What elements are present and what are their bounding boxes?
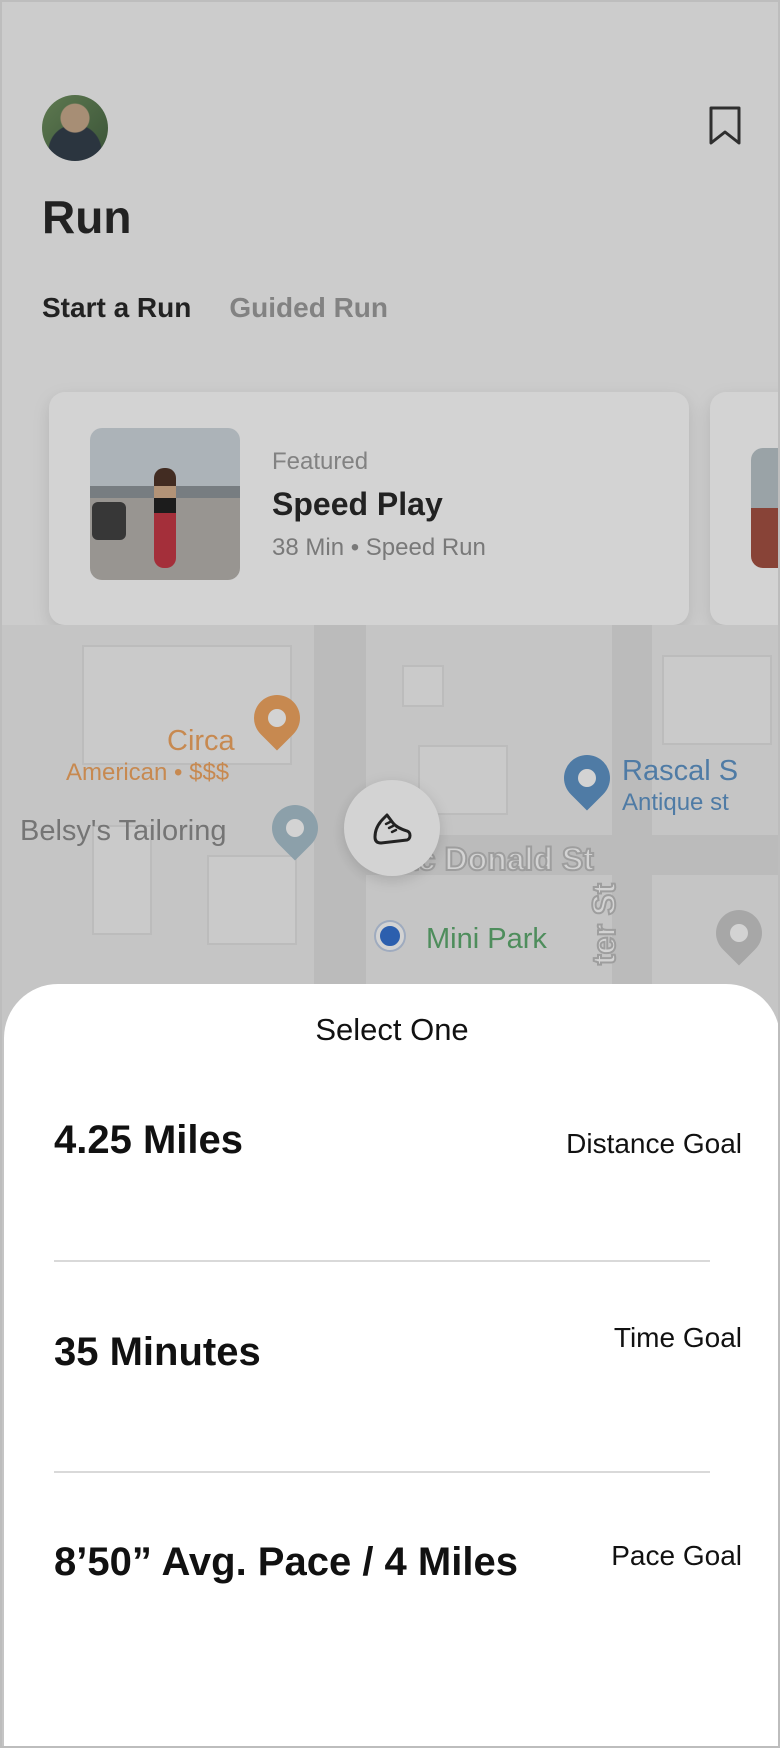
divider [54,1260,710,1262]
goal-value: 4.25 Miles [54,1118,244,1162]
goal-option-time[interactable]: 35 Minutes Time Goal [4,1304,778,1450]
goal-bottom-sheet: Select One 4.25 Miles Distance Goal 35 M… [4,984,778,1746]
goal-option-pace[interactable]: 8’50” Avg. Pace / 4 Miles Pace Goal [4,1514,778,1660]
goal-value: 35 Minutes [54,1330,261,1374]
goal-type: Pace Goal [611,1540,742,1571]
goal-value: 8’50” Avg. Pace / 4 Miles [54,1540,518,1584]
run-screen: Run Start a Run Guided Run Featured Spee… [0,0,780,1748]
goal-type: Distance Goal [566,1128,742,1159]
goal-type: Time Goal [613,1322,742,1353]
goal-option-distance[interactable]: 4.25 Miles Distance Goal [4,1094,778,1240]
sheet-title: Select One [315,1012,469,1047]
divider [54,1471,710,1473]
